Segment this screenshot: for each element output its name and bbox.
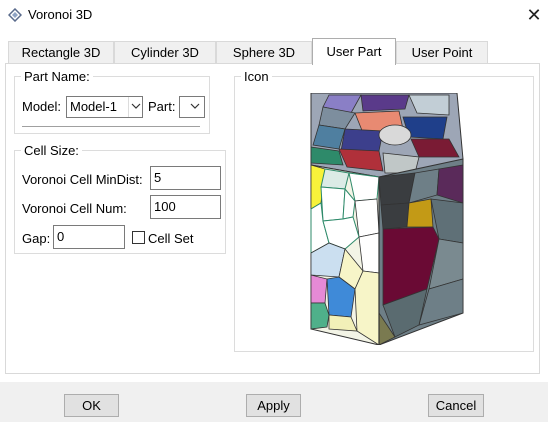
min-dist-label: Voronoi Cell MinDist: (22, 172, 143, 187)
tab-cylinder-3d[interactable]: Cylinder 3D (114, 41, 216, 64)
voronoi-app-icon (7, 7, 23, 23)
window-title: Voronoi 3D (28, 7, 93, 22)
model-label: Model: (22, 99, 62, 114)
tab-strip: Rectangle 3D Cylinder 3D Sphere 3D User … (8, 38, 540, 65)
title-bar: Voronoi 3D ✕ (0, 0, 548, 32)
cancel-button[interactable]: Cancel (428, 394, 484, 417)
button-bar: OK Apply Cancel (0, 382, 548, 422)
part-name-group: Part Name: Model: Model-1 Part: (14, 69, 210, 134)
min-dist-input[interactable]: 5 (150, 166, 221, 190)
gap-input[interactable]: 0 (53, 225, 125, 249)
part-name-group-label: Part Name: (21, 69, 93, 84)
cell-size-group: Cell Size: Voronoi Cell MinDist: 5 Voron… (14, 143, 226, 254)
ok-button[interactable]: OK (64, 394, 119, 417)
tab-user-point[interactable]: User Point (396, 41, 488, 64)
part-select[interactable] (179, 96, 205, 118)
cell-num-input[interactable]: 100 (150, 195, 221, 219)
tab-panel-user-part: Part Name: Model: Model-1 Part: Cell Siz… (5, 63, 540, 374)
icon-group: Icon (234, 69, 534, 352)
cell-set-checkbox[interactable] (132, 231, 145, 244)
chevron-down-icon[interactable] (128, 97, 142, 117)
part-name-separator (22, 126, 200, 127)
tab-user-part[interactable]: User Part (312, 38, 396, 65)
voronoi-3d-preview (310, 93, 464, 345)
gap-label: Gap: (22, 231, 51, 246)
apply-button[interactable]: Apply (246, 394, 301, 417)
chevron-down-icon[interactable] (188, 97, 204, 117)
icon-group-label: Icon (241, 69, 272, 84)
model-select[interactable]: Model-1 (66, 96, 143, 118)
close-icon[interactable]: ✕ (522, 2, 546, 28)
tab-rectangle-3d[interactable]: Rectangle 3D (8, 41, 114, 64)
cell-size-group-label: Cell Size: (21, 143, 82, 158)
cell-set-label[interactable]: Cell Set (148, 231, 194, 246)
tab-sphere-3d[interactable]: Sphere 3D (216, 41, 312, 64)
part-label: Part: (148, 99, 176, 114)
model-select-value: Model-1 (70, 99, 117, 114)
cell-num-label: Voronoi Cell Num: (22, 201, 127, 216)
